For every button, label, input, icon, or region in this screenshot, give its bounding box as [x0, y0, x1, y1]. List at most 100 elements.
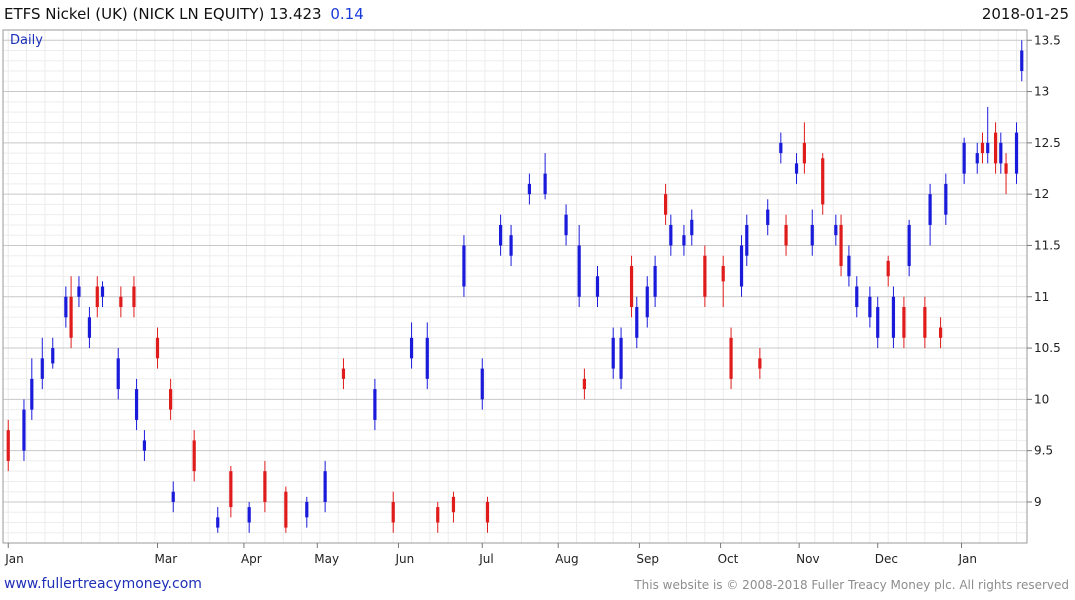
x-tick-label: Jun	[394, 552, 414, 566]
y-tick-label: 9.5	[1034, 444, 1053, 458]
candle-body	[247, 507, 251, 523]
x-tick-label: Aug	[555, 552, 578, 566]
candle-body	[907, 224, 911, 266]
candle-body	[95, 286, 99, 308]
price-chart: 9 9.5 10 10.5 11 11.5 12 12.5 13 13.5 Jan Mar Apr May…	[2, 29, 1061, 566]
candle-body	[629, 265, 634, 308]
candle-body	[64, 296, 68, 318]
candle-body	[834, 224, 838, 236]
x-tick-label: Dec	[875, 552, 898, 566]
candle-body	[810, 224, 814, 246]
candle-body	[663, 194, 668, 215]
candle-body	[323, 471, 327, 502]
candle-body	[902, 307, 906, 338]
candle-body	[619, 337, 623, 379]
candle-body	[993, 132, 998, 164]
candle-body	[645, 286, 649, 318]
candle-body	[284, 491, 288, 528]
x-tick-label: Sep	[636, 552, 659, 566]
candle-body	[595, 276, 600, 297]
candle-body	[703, 255, 707, 297]
copyright-notice: This website is © 2008-2018 Fuller Treac…	[634, 578, 1069, 592]
candle-body	[132, 286, 136, 308]
candle-body	[1014, 132, 1019, 174]
candle-body	[886, 260, 890, 277]
chart-page: ETFS Nickel (UK) (NICK LN EQUITY) 13.423…	[0, 0, 1075, 600]
candle-body	[391, 501, 395, 523]
candle-body	[855, 286, 859, 308]
candle-body	[119, 296, 123, 308]
candle-body	[425, 337, 429, 379]
candle-body	[436, 507, 440, 523]
x-tick-label: Apr	[241, 552, 262, 566]
candle-body	[134, 389, 139, 420]
candle-body	[938, 327, 943, 338]
x-tick-label: May	[314, 552, 339, 566]
candle-body	[116, 358, 120, 390]
x-tick-label: Oct	[718, 552, 739, 566]
candle-body	[409, 337, 414, 359]
candle-body	[690, 219, 694, 236]
site-link[interactable]: www.fullertreacymoney.com	[4, 576, 202, 592]
candle-body	[802, 142, 806, 164]
y-tick-label: 9	[1034, 495, 1042, 509]
candle-body	[975, 153, 979, 164]
y-tick-label: 10	[1034, 392, 1049, 406]
candle-body	[962, 142, 966, 174]
candle-body	[999, 142, 1003, 164]
candle-body	[40, 358, 44, 379]
candle-body	[868, 296, 872, 318]
y-tick-label: 12.5	[1034, 136, 1061, 150]
x-tick-label: Jan	[4, 552, 24, 566]
candle-body	[669, 224, 673, 246]
candle-body	[847, 255, 851, 277]
candle-body	[944, 183, 948, 215]
candle-body	[100, 286, 105, 297]
candle-body	[169, 389, 173, 410]
candle-body	[635, 307, 639, 338]
candle-body	[498, 224, 503, 246]
y-tick-label: 10.5	[1034, 341, 1061, 355]
candle-body	[739, 245, 744, 287]
y-tick-label: 12	[1034, 187, 1049, 201]
candle-body	[923, 307, 927, 338]
period-label: Daily	[10, 33, 43, 48]
y-tick-label: 13	[1034, 85, 1049, 99]
candle-body	[611, 337, 615, 369]
candle-body	[682, 235, 686, 246]
candle-body	[373, 389, 377, 420]
candle-body	[577, 245, 581, 297]
candle-body	[155, 337, 160, 359]
candle-body	[6, 430, 10, 461]
candle-body	[451, 496, 456, 513]
candle-body	[485, 501, 490, 523]
y-tick-label: 13.5	[1034, 33, 1061, 47]
candle-body	[341, 368, 346, 379]
candle-body	[527, 183, 532, 195]
candle-body	[543, 173, 547, 195]
candle-body	[779, 142, 783, 154]
candle-body	[794, 163, 799, 174]
y-tick-label: 11.5	[1034, 238, 1061, 252]
candle-body	[462, 245, 466, 287]
candle-body	[986, 142, 990, 154]
candle-body	[980, 142, 985, 154]
candle-body	[564, 214, 568, 236]
candle-body	[1004, 163, 1008, 174]
candle-body	[229, 471, 233, 508]
candle-body	[77, 286, 81, 297]
grid-lines	[3, 29, 1027, 544]
candle-body	[721, 265, 725, 282]
candle-body	[784, 224, 788, 246]
candle-body	[509, 235, 513, 256]
candle-body	[305, 501, 309, 518]
candle-body	[582, 378, 587, 390]
candle-body	[839, 224, 843, 266]
candle-body	[142, 440, 147, 451]
candle-body	[87, 317, 92, 338]
candle-body	[1020, 50, 1024, 72]
candle-body	[216, 517, 220, 528]
x-tick-label: Jul	[478, 552, 493, 566]
candle-body	[928, 194, 932, 225]
candle-body	[876, 307, 880, 338]
